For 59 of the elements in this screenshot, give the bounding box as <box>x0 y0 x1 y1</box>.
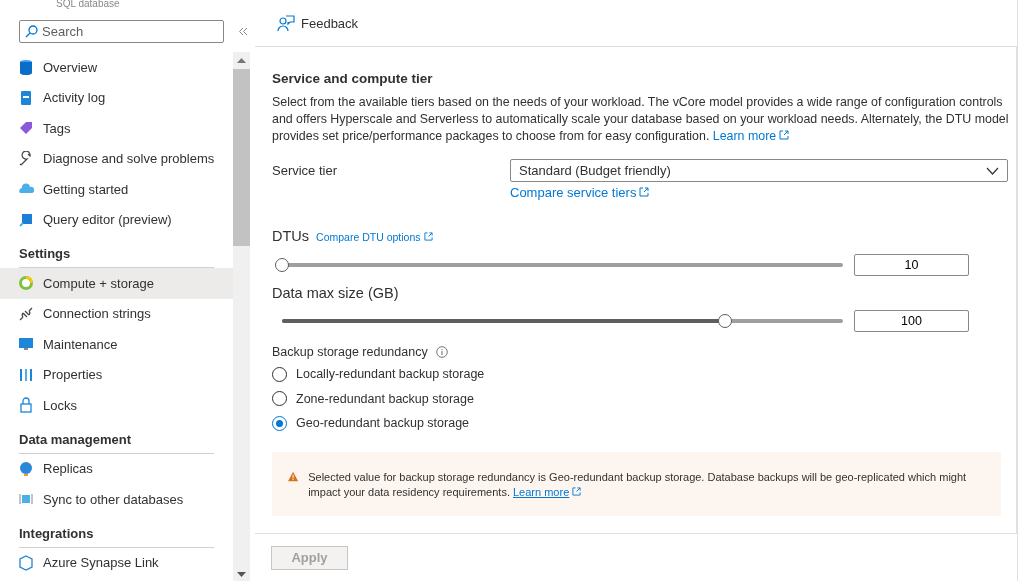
external-link-icon <box>423 232 433 241</box>
monitor-icon <box>18 336 34 353</box>
compare-dtu-link[interactable]: Compare DTU options <box>316 227 433 247</box>
slider-label: Data max size (GB) <box>272 284 399 303</box>
lock-icon <box>18 397 34 414</box>
sidebar-item[interactable]: Properties <box>0 359 233 390</box>
bars-icon <box>18 366 34 383</box>
sidebar-item[interactable]: Overview <box>0 52 233 83</box>
radio-option[interactable]: Geo-redundant backup storage <box>272 411 470 436</box>
radio-option[interactable]: Locally-redundant backup storage <box>272 362 485 387</box>
chevron-down-icon <box>986 166 999 175</box>
search-icon <box>25 25 38 38</box>
gauge-icon <box>18 275 34 292</box>
collapse-icon[interactable] <box>238 27 248 36</box>
cube-icon <box>18 554 34 571</box>
sidebar-item[interactable]: Query editor (preview) <box>0 204 233 235</box>
number-input[interactable]: 10 <box>854 254 969 276</box>
sidebar-item[interactable]: Getting started <box>0 174 233 205</box>
sidebar-item[interactable]: Activity log <box>0 82 233 113</box>
description-text: Select from the available tiers based on the needs of your workload. The vCore model provides a wide range of configuration controls and offers Hyperscale and Serverless to automatically scale your database based on your workload needs. Alternately, the DTU model provides set price/performance packages to choose from for easy configuration. Learn more <box>272 94 1010 145</box>
scroll-down-icon[interactable] <box>237 572 246 577</box>
field-label: Service tier <box>272 162 339 180</box>
sidebar-item[interactable]: Locks <box>0 390 233 421</box>
backup-label: Backup storage redundancy <box>272 345 428 359</box>
scroll-up-icon[interactable] <box>237 58 246 63</box>
learn-more-link[interactable]: Learn more <box>712 129 790 143</box>
sidebar-item[interactable]: Azure Synapse Link <box>0 547 233 578</box>
feedback-icon <box>277 14 295 32</box>
sidebar-item[interactable]: Diagnose and solve problems <box>0 143 233 174</box>
learn-more-link[interactable]: Learn more <box>513 485 582 498</box>
external-link-icon <box>779 130 790 140</box>
section-heading: Data management <box>19 420 214 454</box>
scrollbar[interactable] <box>233 52 250 581</box>
sidebar-item[interactable]: Maintenance <box>0 329 233 360</box>
slider-label: DTUs <box>272 227 310 246</box>
service-tier-dropdown[interactable]: Standard (Budget friendly) <box>510 159 1008 182</box>
radio-option[interactable]: Zone-redundant backup storage <box>272 386 474 411</box>
info-icon <box>435 346 448 358</box>
external-link-icon <box>639 187 650 197</box>
number-input[interactable]: 100 <box>854 310 969 332</box>
feedback-button[interactable]: Feedback <box>275 10 361 36</box>
sidebar-item[interactable]: Sync to other databases <box>0 484 233 515</box>
slider-thumb[interactable] <box>717 314 732 328</box>
external-link-icon <box>572 486 582 496</box>
sidebar-item[interactable]: Replicas <box>0 453 233 484</box>
section-title: Service and compute tier <box>272 71 434 86</box>
search-box[interactable]: Search <box>19 20 224 43</box>
resource-subtitle: SQL database <box>55 0 121 9</box>
sql-database-icon <box>18 59 34 76</box>
globe-icon <box>18 460 34 477</box>
sidebar-item[interactable]: Tags <box>0 113 233 144</box>
section-heading: Integrations <box>19 514 214 548</box>
compare-tiers-link[interactable]: Compare service tiers <box>510 185 1008 200</box>
warning-text: Selected value for backup storage redundancy is Geo-redundant backup storage. Database backups will be geo-replicated which might impact your data residency requirements. Learn more <box>308 469 968 500</box>
tag-icon <box>18 120 34 137</box>
slider-thumb[interactable] <box>275 258 289 272</box>
log-icon <box>18 89 34 106</box>
sidebar-item[interactable]: Compute + storage <box>0 268 233 299</box>
sidebar-item[interactable]: Connection strings <box>0 298 233 329</box>
